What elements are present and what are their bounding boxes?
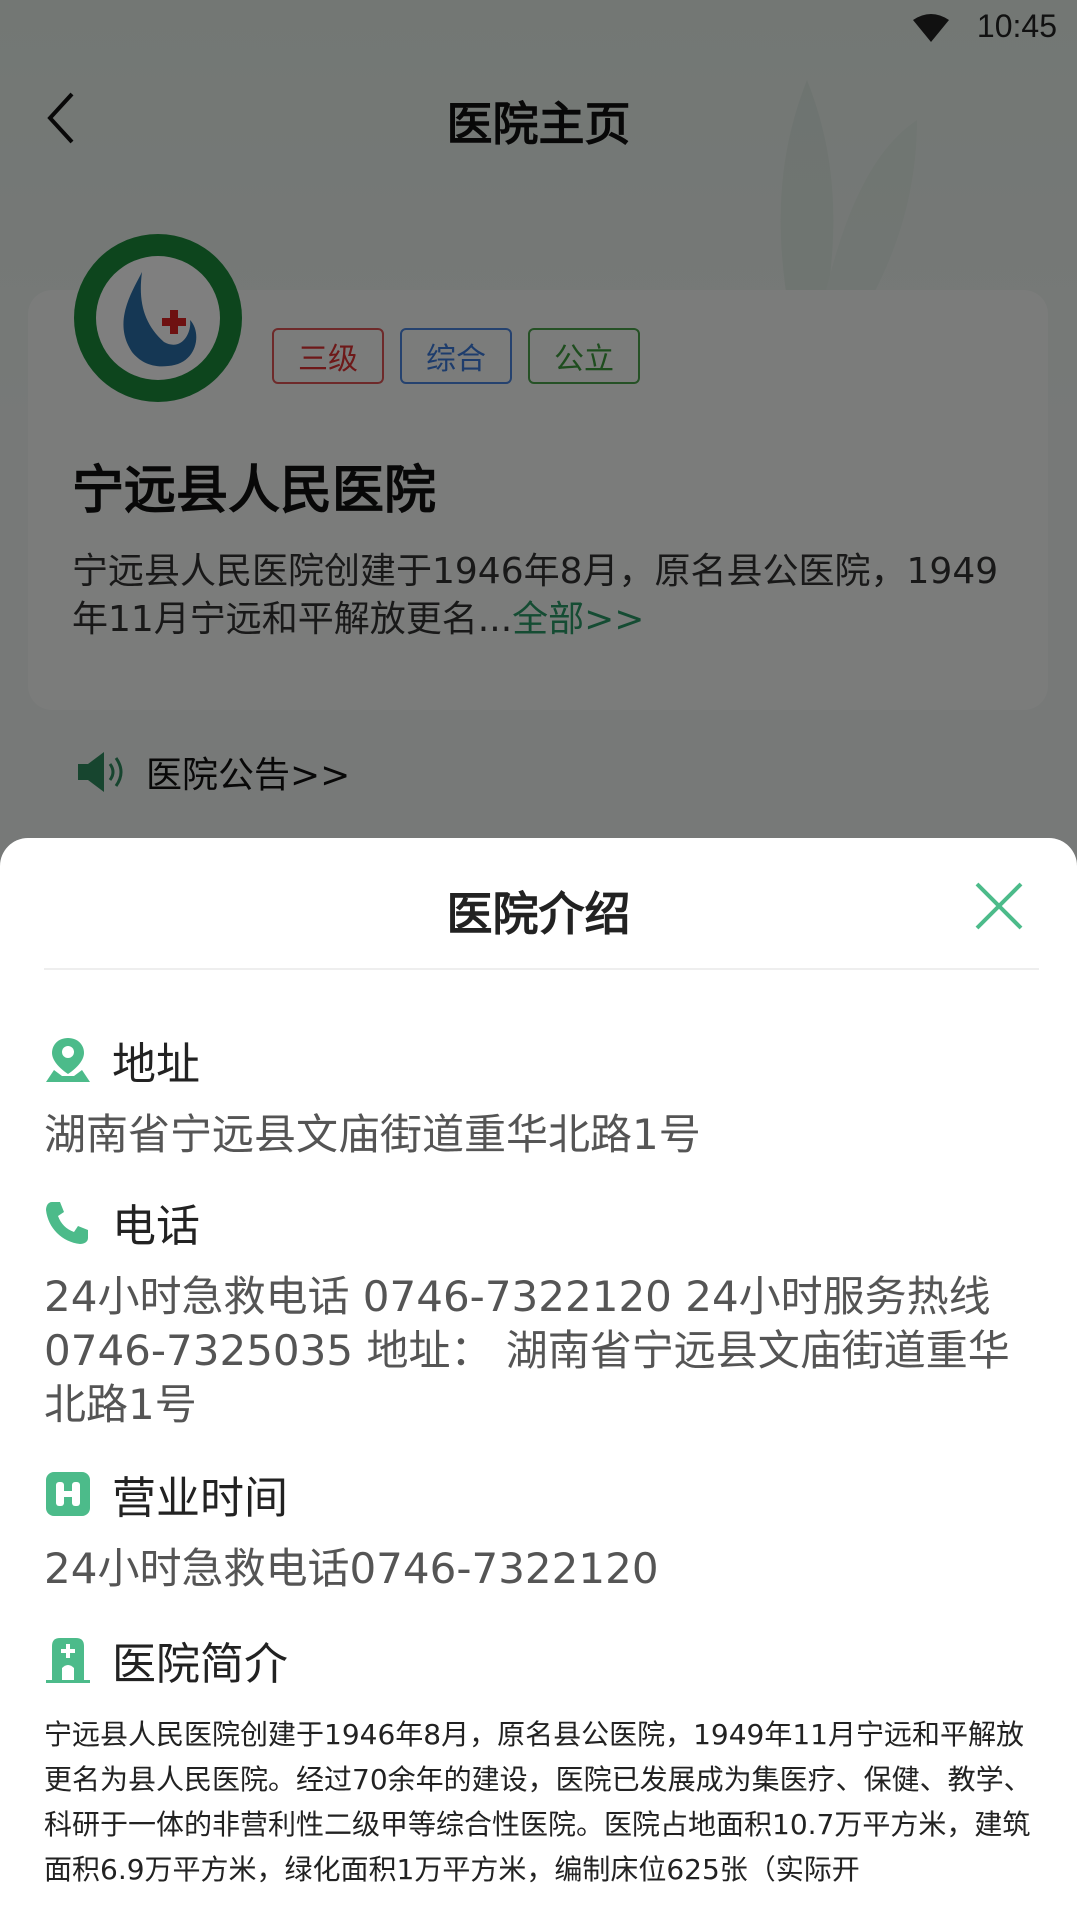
address-section-header: 地址 [44, 1028, 200, 1092]
address-value: 湖南省宁远县文庙街道重华北路1号 [44, 1110, 701, 1159]
address-label: 地址 [112, 1039, 200, 1090]
close-icon[interactable] [971, 878, 1027, 934]
phone-value: 24小时急救电话 0746-7322120 24小时服务热线 0746-7325… [44, 1272, 1010, 1429]
hours-label: 营业时间 [112, 1473, 288, 1524]
intro-section-header: 医院简介 [44, 1628, 288, 1692]
intro-label: 医院简介 [112, 1639, 288, 1690]
intro-value: 宁远县人民医院创建于1946年8月，原名县公医院，1949年11月宁远和平解放更… [44, 1718, 1032, 1886]
sheet-title: 医院介绍 [446, 887, 631, 941]
phone-label: 电话 [112, 1201, 200, 1252]
hours-icon [46, 1472, 90, 1516]
sheet-divider [44, 968, 1039, 970]
location-pin-icon [46, 1038, 90, 1082]
phone-section-header: 电话 [44, 1190, 200, 1254]
phone-icon [46, 1202, 88, 1244]
hospital-building-icon [46, 1638, 90, 1683]
hospital-intro-sheet: 医院介绍 地址 湖南省宁远县文庙街道重华北路1号 电话 24小时急救电话 074… [0, 838, 1077, 1917]
hours-value: 24小时急救电话0746-7322120 [44, 1544, 659, 1593]
hours-section-header: 营业时间 [44, 1462, 288, 1526]
